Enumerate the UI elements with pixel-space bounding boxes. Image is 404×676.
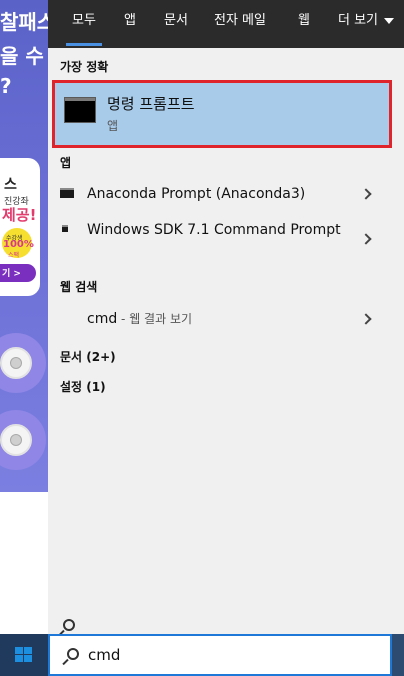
search-input[interactable]: cmd — [88, 646, 120, 664]
background-card-highlight: 제공! — [2, 206, 37, 224]
taskbar-search-box[interactable]: cmd — [48, 634, 392, 676]
background-coupon-big: 100% — [3, 239, 34, 250]
command-prompt-icon — [64, 97, 96, 123]
section-apps: 앱 — [60, 156, 72, 170]
section-documents-count: (2+) — [86, 350, 116, 364]
chevron-right-icon[interactable] — [360, 188, 372, 200]
app-result-label: Anaconda Prompt (Anaconda3) — [87, 186, 306, 202]
background-page: 찰패스 을 수 ? 스 진강좌 제공! 수강생 100% 스팩 기 > — [0, 0, 48, 634]
background-text-line-1: 찰패스 — [0, 10, 48, 34]
tab-more-label: 더 보기 — [338, 13, 379, 28]
chevron-right-icon[interactable] — [360, 313, 372, 325]
web-search-separator: - — [117, 312, 130, 326]
app-result-windows-sdk[interactable]: Windows SDK 7.1 Command Prompt — [48, 218, 404, 262]
background-text-line-3: ? — [0, 74, 12, 98]
tab-apps[interactable]: 앱 — [124, 0, 136, 48]
terminal-icon — [60, 188, 74, 198]
app-result-anaconda[interactable]: Anaconda Prompt (Anaconda3) — [48, 180, 404, 210]
best-match-title: 명령 프롬프트 — [107, 95, 195, 113]
section-settings-label: 설정 — [60, 380, 83, 394]
section-documents-label: 문서 — [60, 350, 83, 364]
background-text-line-2: 을 수 — [0, 44, 44, 68]
start-button[interactable] — [0, 634, 48, 676]
tab-all[interactable]: 모두 — [66, 0, 102, 48]
tab-documents[interactable]: 문서 — [164, 0, 188, 48]
taskbar-edge — [392, 634, 404, 676]
search-filter-tabs: 모두 앱 문서 전자 메일 웹 더 보기 — [48, 0, 404, 48]
terminal-icon — [62, 225, 68, 232]
web-search-suffix: 웹 결과 보기 — [129, 312, 193, 326]
section-best-match: 가장 정확 — [60, 60, 109, 74]
web-search-result[interactable]: cmd - 웹 결과 보기 — [48, 306, 404, 637]
background-cta-label: 기 > — [2, 269, 21, 279]
tab-web[interactable]: 웹 — [298, 0, 310, 48]
web-search-query: cmd — [87, 311, 118, 327]
taskbar: cmd — [0, 634, 404, 676]
chevron-right-icon[interactable] — [360, 233, 372, 245]
section-documents[interactable]: 문서 (2+) — [60, 348, 116, 365]
background-card-title: 스 — [4, 177, 17, 193]
caret-down-icon — [384, 17, 395, 24]
tab-more[interactable]: 더 보기 — [338, 0, 395, 48]
section-settings-count: (1) — [86, 380, 106, 394]
section-settings[interactable]: 설정 (1) — [60, 378, 106, 395]
best-match-result[interactable]: 명령 프롬프트 앱 — [52, 80, 392, 148]
search-panel: 모두 앱 문서 전자 메일 웹 더 보기 가장 정확 명령 프롬프트 앱 앱 A… — [48, 0, 404, 637]
tab-email[interactable]: 전자 메일 — [214, 0, 266, 48]
best-match-type: 앱 — [107, 119, 119, 133]
background-coupon-bottom: 스팩 — [8, 252, 20, 259]
web-search-label: cmd - 웹 결과 보기 — [87, 309, 192, 329]
windows-logo-icon — [15, 647, 32, 663]
app-result-label: Windows SDK 7.1 Command Prompt — [87, 222, 341, 238]
section-web-search: 웹 검색 — [60, 280, 98, 294]
